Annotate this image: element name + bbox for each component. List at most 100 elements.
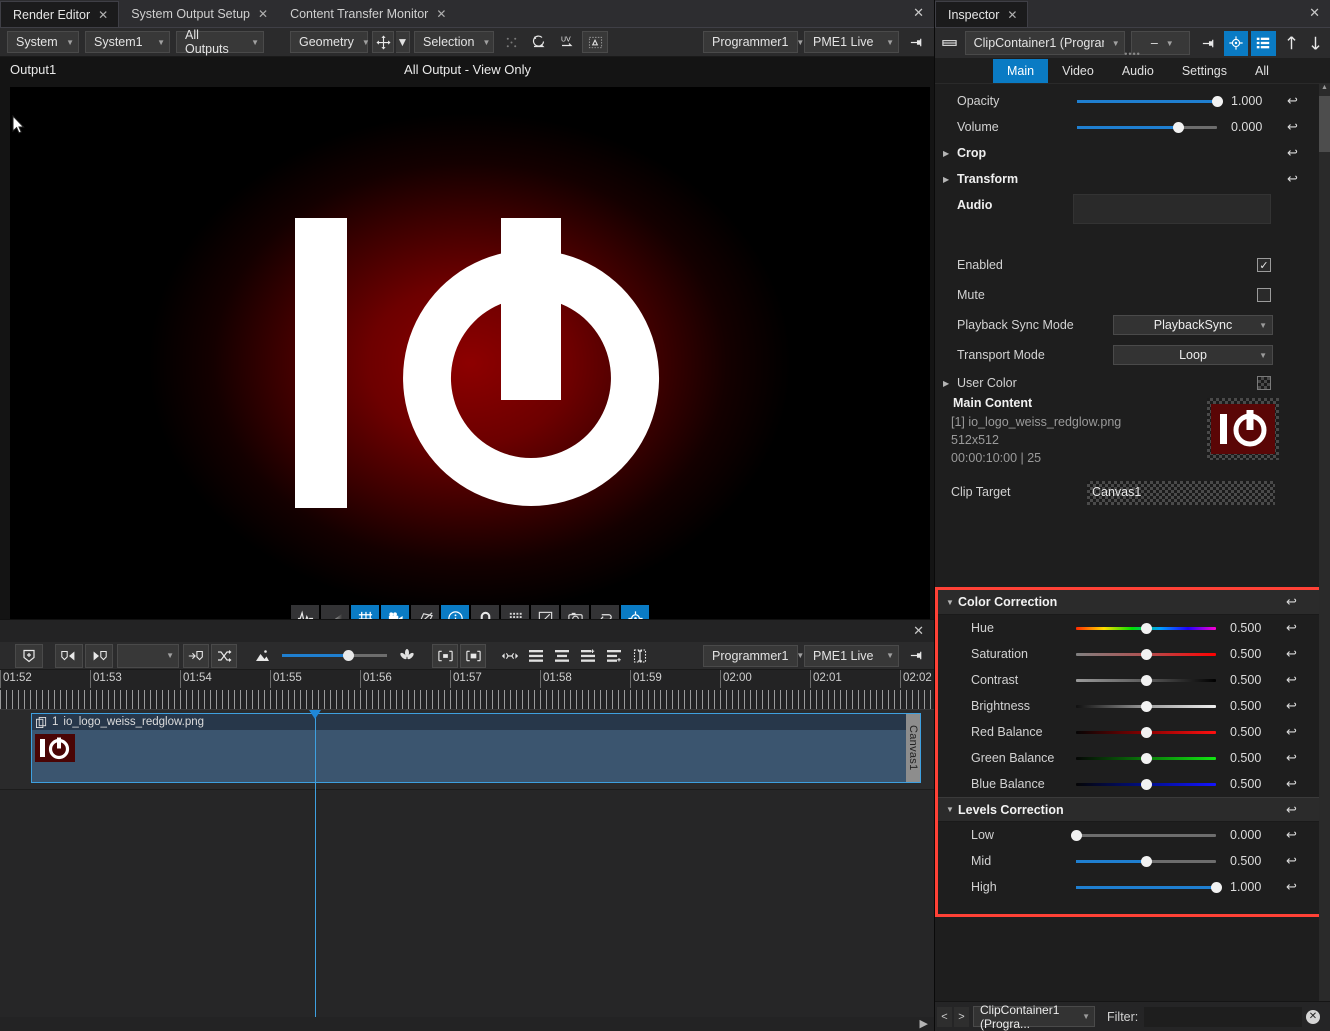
property-opacity[interactable]: Opacity 1.000 ↩ [935, 88, 1330, 114]
slider-knob[interactable] [1211, 881, 1222, 893]
section-levels-correction[interactable]: ▼ Levels Correction ↩ [938, 797, 1322, 822]
track-row[interactable]: 1 io_logo_weiss_redglow.png Canvas1 [0, 710, 934, 790]
timeline-programmer-combo[interactable]: Programmer1 ▼ [703, 644, 804, 667]
reset-icon[interactable]: ↩ [1286, 646, 1297, 662]
contrast-slider[interactable] [1076, 669, 1216, 691]
scrollbar-thumb[interactable] [1319, 96, 1330, 152]
tab-all[interactable]: All [1241, 59, 1283, 83]
user-color-swatch[interactable] [1257, 376, 1271, 390]
hue-slider[interactable] [1076, 617, 1216, 639]
selection-combo[interactable]: Selection ▼ [414, 31, 494, 53]
property-clip-target[interactable]: Clip Target Canvas1 [935, 481, 1330, 506]
group-transform[interactable]: ▶ Transform ↩ [935, 166, 1330, 192]
system-combo[interactable]: System ▼ [7, 31, 79, 53]
ruler-icon[interactable] [938, 31, 962, 55]
tab-system-output-setup[interactable]: System Output Setup ✕ [119, 1, 278, 27]
rotate-axis-icon[interactable] [526, 31, 552, 53]
slider-knob[interactable] [1141, 622, 1152, 634]
chevron-right-icon[interactable]: ▶ [943, 149, 949, 158]
chevron-right-icon[interactable]: ▶ [943, 175, 949, 184]
align-top-plus-icon[interactable] [576, 644, 600, 668]
thumbnail-icon[interactable] [249, 644, 275, 668]
expand-arrow-icon[interactable]: ▶ [920, 1017, 928, 1030]
main-content-thumbnail[interactable] [1207, 398, 1279, 460]
property-red-balance[interactable]: Red Balance 0.500 ↩ [938, 719, 1322, 745]
timeline-playhead[interactable] [309, 710, 321, 1017]
reset-icon[interactable]: ↩ [1286, 620, 1297, 636]
reset-icon[interactable]: ↩ [1286, 853, 1297, 869]
high-slider[interactable] [1076, 876, 1222, 898]
align-center-icon[interactable] [550, 644, 574, 668]
reset-icon[interactable]: ↩ [1287, 145, 1298, 161]
slider-knob[interactable] [1141, 778, 1152, 790]
property-low[interactable]: Low 0.000 ↩ [938, 822, 1322, 848]
reset-icon[interactable]: ↩ [1286, 776, 1297, 792]
reset-icon[interactable]: ↩ [1286, 698, 1297, 714]
object-selector-combo[interactable]: ClipContainer1 (Programme ▼ [964, 31, 1125, 55]
add-marker-icon[interactable] [15, 643, 43, 668]
volume-slider[interactable] [1077, 116, 1217, 138]
reset-icon[interactable]: ↩ [1287, 119, 1298, 135]
close-panel-icon[interactable]: ✕ [913, 5, 924, 21]
system1-combo[interactable]: System1 ▼ [85, 31, 170, 53]
timeline-tracks[interactable]: 1 io_logo_weiss_redglow.png Canvas1 [0, 710, 934, 1017]
red-balance-slider[interactable] [1076, 721, 1216, 743]
move-gizmo-icon[interactable] [372, 31, 394, 53]
clear-filter-icon[interactable]: ✕ [1306, 1009, 1320, 1024]
transport-mode-dropdown[interactable]: Loop ▼ [1113, 345, 1273, 365]
next-marker-icon[interactable] [85, 643, 113, 668]
slider-knob[interactable] [1141, 700, 1152, 712]
close-panel-icon[interactable]: ✕ [1309, 5, 1320, 21]
blue-balance-slider[interactable] [1076, 773, 1216, 795]
pin-icon[interactable] [903, 31, 929, 53]
group-crop[interactable]: ▶ Crop ↩ [935, 140, 1330, 166]
reset-icon[interactable]: ↩ [1286, 802, 1297, 818]
flower-icon[interactable] [394, 644, 420, 668]
property-hue[interactable]: Hue 0.500 ↩ [938, 615, 1322, 641]
arrow-down-icon[interactable] [1303, 31, 1327, 55]
scroll-up-icon[interactable]: ▲ [1319, 84, 1330, 95]
group-user-color[interactable]: ▶ User Color [935, 370, 1330, 396]
section-color-correction[interactable]: ▼ Color Correction ↩ [938, 590, 1322, 615]
timeline-ruler[interactable]: 01:52 01:53 01:54 01:55 01:56 01:57 01:5… [0, 670, 934, 710]
programmer-combo[interactable]: Programmer1 ▼ [703, 31, 804, 53]
property-high[interactable]: High 1.000 ↩ [938, 874, 1322, 900]
reset-icon[interactable]: ↩ [1286, 594, 1297, 610]
timeline-clip[interactable]: 1 io_logo_weiss_redglow.png Canvas1 [31, 713, 921, 783]
tab-audio[interactable]: Audio [1108, 59, 1168, 83]
jump-to-marker-icon[interactable] [183, 643, 209, 668]
close-icon[interactable]: ✕ [98, 8, 108, 22]
slider-knob[interactable] [1071, 829, 1082, 841]
opacity-slider[interactable] [1077, 90, 1223, 112]
geometry-combo[interactable]: Geometry ▼ [290, 31, 370, 53]
drag-handle-icon[interactable]: •••• [1124, 49, 1141, 59]
property-playback-sync-mode[interactable]: Playback Sync Mode PlaybackSync ▼ [935, 312, 1330, 338]
property-green-balance[interactable]: Green Balance 0.500 ↩ [938, 745, 1322, 771]
slider-knob[interactable] [342, 650, 354, 661]
tab-content-transfer-monitor[interactable]: Content Transfer Monitor ✕ [278, 1, 456, 27]
prev-marker-icon[interactable] [55, 643, 83, 668]
audio-box[interactable] [1073, 194, 1271, 224]
tab-inspector[interactable]: Inspector ✕ [935, 1, 1029, 27]
saturation-slider[interactable] [1076, 643, 1216, 665]
tab-video[interactable]: Video [1048, 59, 1108, 83]
fit-selection-icon[interactable] [432, 643, 458, 668]
nav-next-button[interactable]: > [954, 1006, 969, 1027]
slider-knob[interactable] [1141, 726, 1152, 738]
reset-icon[interactable]: ↩ [1286, 879, 1297, 895]
slider-knob[interactable] [1141, 752, 1152, 764]
tab-main[interactable]: Main [993, 58, 1049, 83]
fit-all-icon[interactable] [460, 643, 486, 668]
target-icon[interactable] [1223, 30, 1249, 56]
timeline-zoom-slider[interactable] [282, 645, 387, 667]
enabled-checkbox[interactable]: ✓ [1257, 258, 1271, 272]
slider-knob[interactable] [1141, 855, 1152, 867]
close-icon[interactable]: ✕ [436, 7, 446, 21]
render-viewport[interactable] [10, 87, 930, 639]
chevron-down-icon[interactable]: ▼ [946, 805, 954, 814]
stretch-icon[interactable] [498, 644, 522, 668]
align-rows-plus-icon[interactable] [602, 644, 626, 668]
property-mid[interactable]: Mid 0.500 ↩ [938, 848, 1322, 874]
chevron-down-icon[interactable]: ▼ [946, 598, 954, 607]
pin-icon[interactable] [1197, 31, 1221, 55]
